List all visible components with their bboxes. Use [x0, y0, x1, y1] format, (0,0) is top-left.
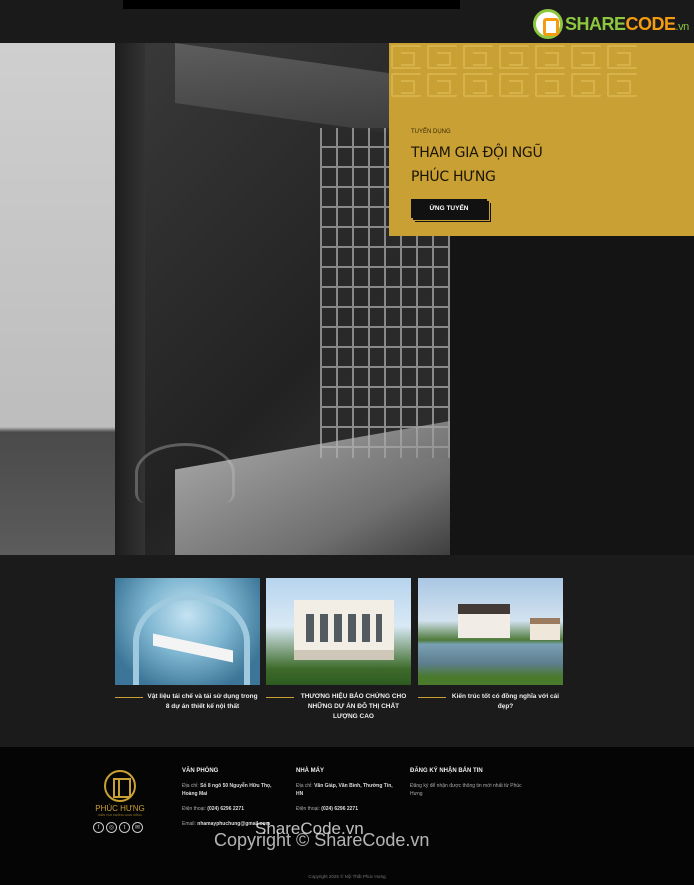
copyright-watermark: Copyright © ShareCode.vn — [214, 830, 430, 850]
sharecode-logo-icon — [533, 9, 563, 39]
newsletter-heading: ĐĂNG KÝ NHẬN BẢN TIN — [410, 768, 483, 774]
careers-title-line2: PHÚC HƯNG — [411, 169, 496, 185]
logo-vn-text: .vn — [675, 20, 690, 33]
apply-button[interactable]: Ứng tuyển — [411, 199, 487, 218]
sharecode-logo[interactable]: SHARECODE.vn — [533, 9, 689, 39]
footer-brand[interactable]: PHÚC HƯNG KIẾN TẠO KHÔNG GIAN SỐNG — [91, 770, 149, 817]
factory-heading: NHÀ MÁY — [296, 768, 324, 774]
brand-tagline: KIẾN TẠO KHÔNG GIAN SỐNG — [98, 813, 142, 817]
phuc-hung-logo-icon — [104, 770, 136, 802]
careers-title-line1: THAM GIA ĐỘI NGŨ — [411, 145, 543, 161]
footer-factory-column: NHÀ MÁY Địa chỉ: Văn Giáp, Văn Bình, Thư… — [296, 767, 396, 820]
footer-newsletter-column: ĐĂNG KÝ NHẬN BẢN TIN Đăng ký để nhận đượ… — [410, 767, 530, 805]
brand-name: PHÚC HƯNG — [95, 804, 145, 813]
news-caption-text[interactable]: Kiến trúc tốt có đồng nghĩa với cái đẹp? — [452, 693, 559, 710]
newsletter-text: Đăng ký để nhận được thông tin mới nhất … — [410, 783, 522, 797]
facebook-icon[interactable]: f — [93, 822, 104, 833]
news-section: Vật liệu tái chế và tái sử dụng trong 8 … — [0, 555, 694, 747]
office-heading: VĂN PHÒNG — [182, 768, 219, 774]
logo-code-text: CODE — [625, 13, 677, 34]
social-links: f ◎ t ✉ — [93, 822, 143, 833]
factory-phone: Điện thoại: (024) 6296 2271 — [296, 806, 358, 812]
news-caption-text[interactable]: THƯƠNG HIỆU BẢO CHỨNG CHO NHỮNG DỰ ÁN ĐÔ… — [301, 693, 407, 720]
careers-eyebrow: Tuyển dụng — [411, 129, 451, 135]
news-image-lake[interactable] — [418, 578, 563, 685]
office-phone: Điện thoại: (024) 6296 2271 — [182, 806, 244, 812]
logo-share-text: SHARE — [565, 13, 626, 34]
news-image-tunnel[interactable] — [115, 578, 260, 685]
news-caption[interactable]: THƯƠNG HIỆU BẢO CHỨNG CHO NHỮNG DỰ ÁN ĐÔ… — [266, 692, 411, 722]
footer: PHÚC HƯNG KIẾN TẠO KHÔNG GIAN SỐNG f ◎ t… — [0, 747, 694, 885]
office-desk — [175, 416, 450, 555]
news-image-villa[interactable] — [266, 578, 411, 685]
careers-panel: Tuyển dụng THAM GIA ĐỘI NGŨ PHÚC HƯNG Ứn… — [389, 43, 694, 236]
news-card[interactable]: Vật liệu tái chế và tái sử dụng trong 8 … — [115, 578, 260, 712]
careers-pattern — [389, 43, 649, 98]
careers-title: THAM GIA ĐỘI NGŨ PHÚC HƯNG — [411, 141, 611, 189]
news-card[interactable]: Kiến trúc tốt có đồng nghĩa với cái đẹp? — [418, 578, 563, 712]
news-caption[interactable]: Kiến trúc tốt có đồng nghĩa với cái đẹp? — [418, 692, 563, 712]
sharecode-logo-text: SHARECODE.vn — [565, 14, 689, 35]
news-card[interactable]: THƯƠNG HIỆU BẢO CHỨNG CHO NHỮNG DỰ ÁN ĐÔ… — [266, 578, 411, 722]
top-strip — [123, 0, 460, 9]
news-caption[interactable]: Vật liệu tái chế và tái sử dụng trong 8 … — [115, 692, 260, 712]
caption-accent-line — [266, 697, 294, 698]
mail-icon[interactable]: ✉ — [132, 822, 143, 833]
caption-accent-line — [418, 697, 446, 698]
twitter-icon[interactable]: t — [119, 822, 130, 833]
caption-accent-line — [115, 697, 143, 698]
instagram-icon[interactable]: ◎ — [106, 822, 117, 833]
office-address: Địa chỉ: Số 8 ngõ 50 Nguyễn Hữu Thọ, Hoà… — [182, 783, 272, 797]
copyright-text: Copyright 2025 © Nội Thất Phúc Hưng — [308, 874, 386, 879]
news-caption-text[interactable]: Vật liệu tái chế và tái sử dụng trong 8 … — [147, 693, 257, 710]
factory-address: Địa chỉ: Văn Giáp, Văn Bình, Thường Tín,… — [296, 783, 393, 797]
hero-wall-image — [0, 43, 115, 555]
page: SHARECODE.vn Tuyển dụng THAM GIA ĐỘI NGŨ… — [0, 0, 694, 885]
